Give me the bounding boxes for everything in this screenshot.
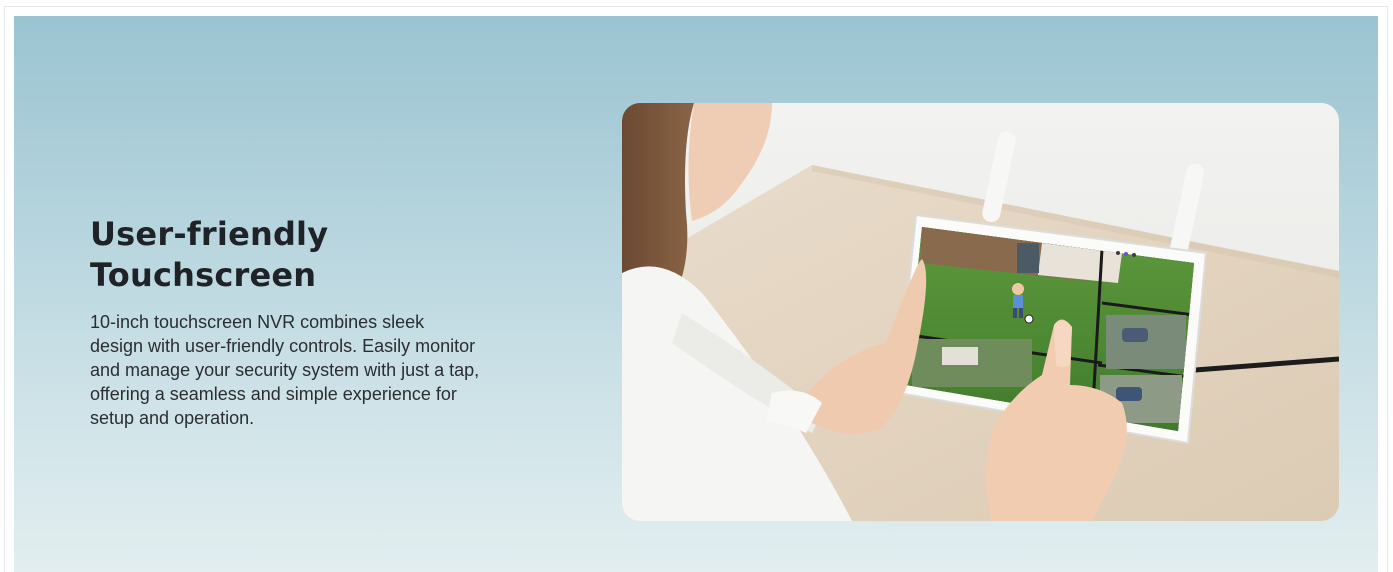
feature-banner: User-friendly Touchscreen 10-inch touchs… bbox=[14, 16, 1378, 572]
tablet-nvr-photo bbox=[622, 103, 1339, 521]
feature-description: 10-inch touchscreen NVR combines sleek d… bbox=[90, 312, 480, 428]
feature-title: User-friendly Touchscreen bbox=[90, 215, 329, 294]
